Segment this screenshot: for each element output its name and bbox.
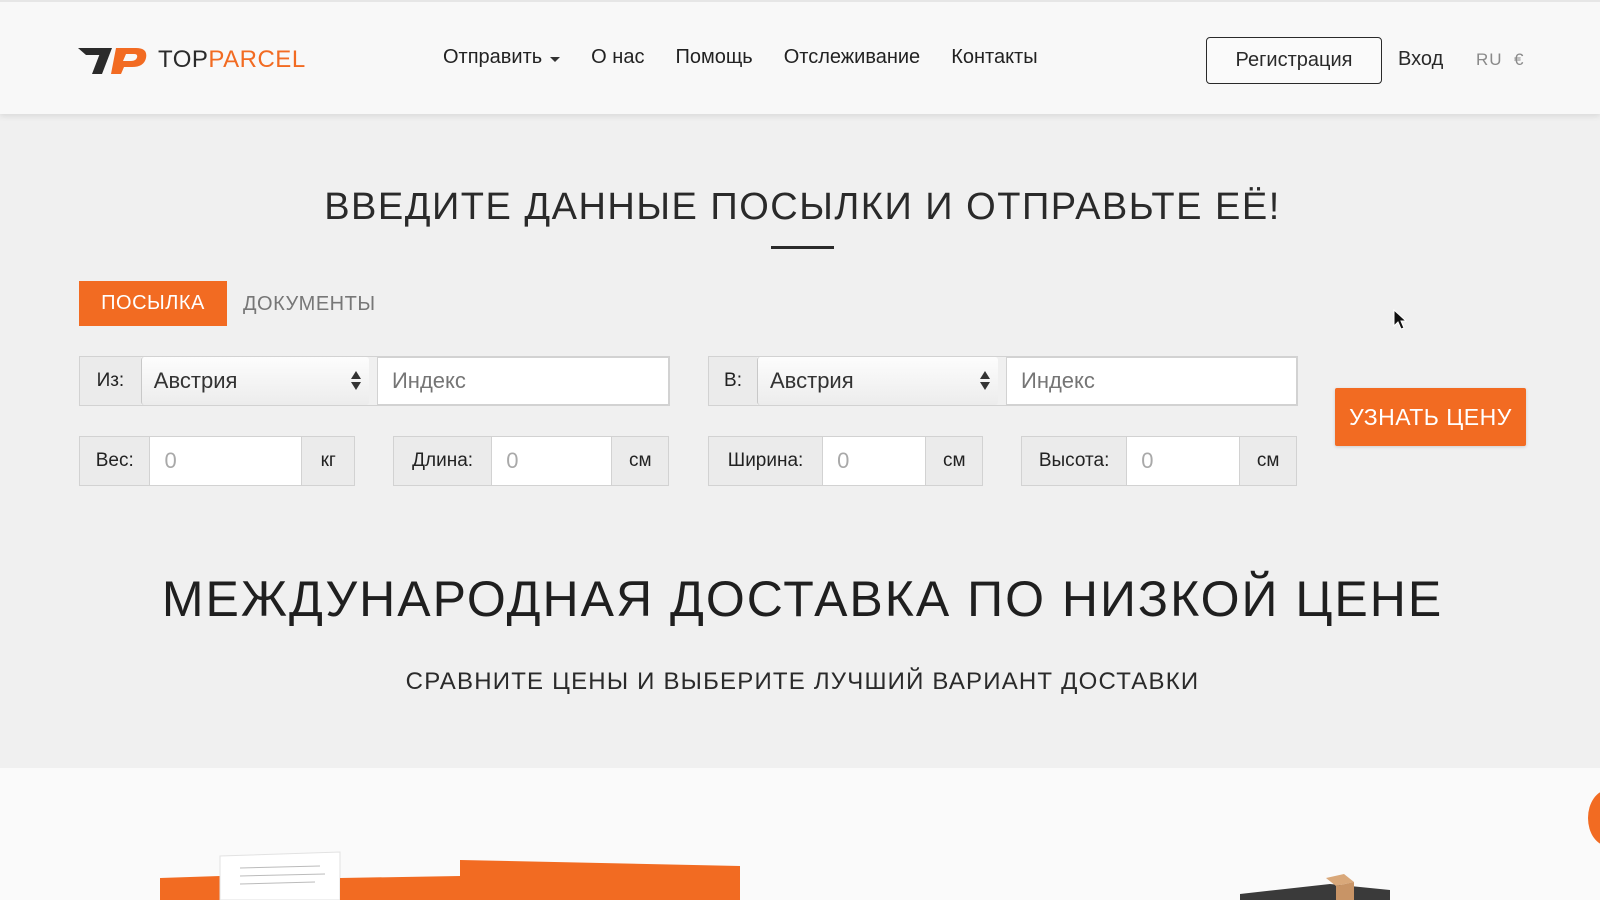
length-field-group: Длина: 0 см bbox=[393, 436, 669, 486]
height-input[interactable]: 0 bbox=[1126, 437, 1241, 485]
width-field-group: Ширина: 0 см bbox=[708, 436, 983, 486]
logo-text-top: TOP bbox=[158, 46, 209, 73]
height-field-group: Высота: 0 см bbox=[1021, 436, 1297, 486]
from-field-group: Из: Австрия bbox=[79, 356, 670, 406]
main-nav: Отправить О нас Помощь Отслеживание Конт… bbox=[443, 46, 1069, 69]
width-unit: см bbox=[926, 437, 982, 485]
from-zip-input[interactable] bbox=[376, 357, 669, 405]
to-label: В: bbox=[709, 357, 757, 405]
length-input[interactable]: 0 bbox=[491, 437, 613, 485]
weight-label: Вес: bbox=[80, 437, 150, 485]
from-label: Из: bbox=[80, 357, 141, 405]
to-country-value: Австрия bbox=[770, 368, 854, 393]
nav-send-label: Отправить bbox=[443, 46, 543, 68]
nav-help[interactable]: Помощь bbox=[675, 46, 752, 69]
nav-tracking[interactable]: Отслеживание bbox=[784, 46, 920, 69]
currency-symbol: € bbox=[1514, 50, 1525, 69]
width-label: Ширина: bbox=[709, 437, 823, 485]
tab-parcel[interactable]: ПОСЫЛКА bbox=[79, 281, 227, 326]
site-header: TOPPARCEL Отправить О нас Помощь Отслежи… bbox=[0, 0, 1600, 114]
nav-about[interactable]: О нас bbox=[591, 46, 644, 69]
tab-documents[interactable]: ДОКУМЕНТЫ bbox=[243, 293, 376, 316]
select-arrows-icon bbox=[351, 371, 362, 393]
to-country-select[interactable]: Австрия bbox=[757, 357, 998, 405]
promo-title: МЕЖДУНАРОДНАЯ ДОСТАВКА ПО НИЗКОЙ ЦЕНЕ bbox=[161, 571, 1444, 627]
to-zip-input[interactable] bbox=[1006, 357, 1297, 405]
from-country-value: Австрия bbox=[153, 368, 238, 393]
logo-mark-icon bbox=[78, 48, 147, 74]
weight-input[interactable]: 0 bbox=[149, 437, 303, 485]
register-button[interactable]: Регистрация bbox=[1206, 37, 1382, 84]
height-unit: см bbox=[1240, 437, 1296, 485]
weight-field-group: Вес: 0 кг bbox=[79, 436, 355, 486]
hero-title: ВВЕДИТЕ ДАННЫЕ ПОСЫЛКИ И ОТПРАВЬТЕ ЕЁ! bbox=[324, 186, 1281, 228]
parcel-box-illustration bbox=[1240, 874, 1390, 900]
chevron-down-icon bbox=[550, 56, 561, 62]
logo-wordmark: TOPPARCEL bbox=[158, 46, 306, 74]
weight-unit: кг bbox=[302, 437, 354, 485]
nav-contacts-label: Контакты bbox=[951, 46, 1038, 68]
select-arrows-icon bbox=[980, 371, 990, 393]
nav-send[interactable]: Отправить bbox=[443, 46, 561, 69]
logo-text-parcel: PARCEL bbox=[208, 46, 306, 73]
nav-help-label: Помощь bbox=[675, 46, 753, 68]
language-code: RU bbox=[1476, 50, 1503, 69]
to-field-group: В: Австрия bbox=[708, 356, 1298, 406]
length-unit: см bbox=[612, 437, 668, 485]
nav-tracking-label: Отслеживание bbox=[783, 46, 921, 68]
nav-contacts[interactable]: Контакты bbox=[951, 46, 1037, 69]
title-divider bbox=[771, 246, 834, 249]
from-country-select[interactable]: Австрия bbox=[140, 357, 370, 405]
width-input[interactable]: 0 bbox=[822, 437, 927, 485]
nav-about-label: О нас bbox=[591, 46, 645, 68]
topparcel-logo[interactable]: TOPPARCEL bbox=[78, 42, 306, 78]
length-label: Длина: bbox=[394, 437, 492, 485]
language-currency-switcher[interactable]: RU € bbox=[1476, 50, 1524, 70]
get-price-button[interactable]: УЗНАТЬ ЦЕНУ bbox=[1335, 388, 1526, 446]
envelopes-illustration bbox=[160, 851, 740, 900]
promo-subtitle: СРАВНИТЕ ЦЕНЫ И ВЫБЕРИТЕ ЛУЧШИЙ ВАРИАНТ … bbox=[405, 668, 1200, 695]
login-link[interactable]: Вход bbox=[1398, 48, 1443, 71]
mouse-cursor-icon bbox=[1393, 309, 1407, 330]
height-label: Высота: bbox=[1022, 437, 1127, 485]
